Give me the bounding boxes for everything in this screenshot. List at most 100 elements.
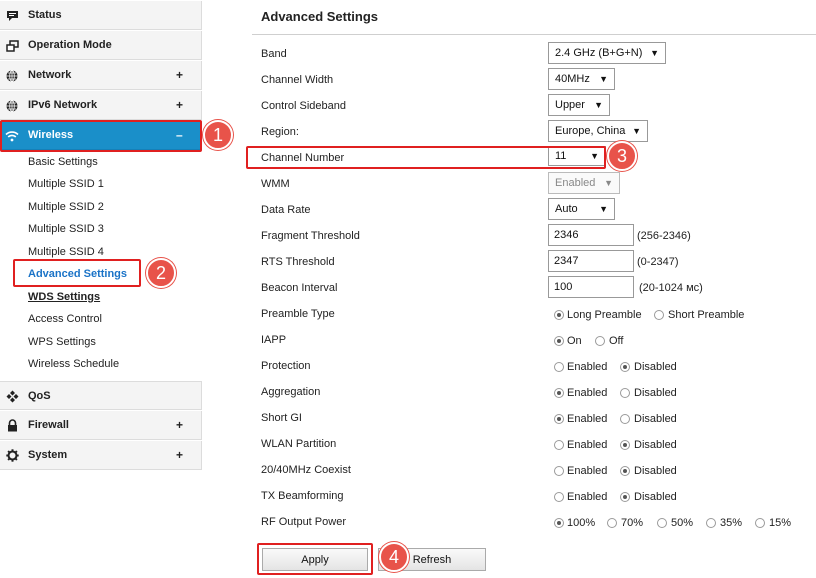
wmm-label: WMM	[261, 178, 290, 190]
aggregation-enabled-radio[interactable]	[554, 388, 564, 398]
rf-power-15-radio[interactable]	[755, 518, 765, 528]
short-gi-enabled-radio[interactable]	[554, 414, 564, 424]
rts-threshold-input[interactable]: 2347	[548, 250, 634, 272]
expand-icon[interactable]: +	[176, 418, 183, 432]
rf-power-50-radio[interactable]	[657, 518, 667, 528]
sidebar-item-wireless-schedule[interactable]: Wireless Schedule	[28, 358, 119, 370]
nav-item-status[interactable]: Status	[0, 1, 202, 30]
highlight-wireless	[0, 120, 202, 152]
coexist-label: 20/40MHz Coexist	[261, 464, 351, 476]
tx-beamforming-enabled-radio[interactable]	[554, 492, 564, 502]
tx-beamforming-disabled-label: Disabled	[634, 491, 677, 503]
rf-power-70-radio[interactable]	[607, 518, 617, 528]
channel-width-value: 40MHz	[555, 73, 590, 85]
sidebar-item-wps-settings[interactable]: WPS Settings	[28, 336, 96, 348]
fragment-threshold-input[interactable]: 2346	[548, 224, 634, 246]
band-label: Band	[261, 48, 287, 60]
wlan-partition-label: WLAN Partition	[261, 438, 337, 450]
dropdown-arrow-icon: ▼	[632, 126, 641, 136]
iapp-off-radio[interactable]	[595, 336, 605, 346]
expand-icon[interactable]: +	[176, 98, 183, 112]
sidebar-item-wds-settings[interactable]: WDS Settings	[28, 291, 100, 303]
beacon-interval-input[interactable]: 100	[548, 276, 634, 298]
tx-beamforming-disabled-radio[interactable]	[620, 492, 630, 502]
rf-power-15-label: 15%	[769, 517, 792, 529]
sidebar-item-access-control[interactable]: Access Control	[28, 313, 102, 325]
wlan-partition-disabled-label: Disabled	[634, 439, 677, 451]
beacon-interval-hint: (20-1024 мс)	[639, 282, 703, 294]
nav-item-firewall[interactable]: Firewall +	[0, 411, 202, 440]
nav-label: Firewall	[28, 419, 69, 431]
nav-item-system[interactable]: System +	[0, 441, 202, 470]
nav-item-qos[interactable]: QoS	[0, 381, 202, 410]
control-sideband-select[interactable]: Upper ▼	[548, 94, 610, 116]
wlan-partition-enabled-radio[interactable]	[554, 440, 564, 450]
nav-label: Operation Mode	[28, 39, 112, 51]
short-gi-disabled-label: Disabled	[634, 413, 677, 425]
dropdown-arrow-icon: ▼	[604, 178, 613, 188]
fragment-threshold-label: Fragment Threshold	[261, 230, 360, 242]
aggregation-disabled-label: Disabled	[634, 387, 677, 399]
rf-power-35-radio[interactable]	[706, 518, 716, 528]
dropdown-arrow-icon: ▼	[594, 100, 603, 110]
expand-icon[interactable]: +	[176, 448, 183, 462]
sidebar-item-multiple-ssid-4[interactable]: Multiple SSID 4	[28, 246, 104, 258]
aggregation-disabled-radio[interactable]	[620, 388, 630, 398]
short-gi-enabled-label: Enabled	[567, 413, 608, 425]
iapp-off-label: Off	[609, 335, 624, 347]
protection-label: Protection	[261, 360, 311, 372]
fragment-threshold-value: 2346	[554, 229, 579, 241]
short-gi-label: Short GI	[261, 412, 302, 424]
rts-threshold-value: 2347	[554, 255, 579, 267]
coexist-disabled-radio[interactable]	[620, 466, 630, 476]
band-value: 2.4 GHz (B+G+N)	[555, 47, 643, 59]
short-gi-disabled-radio[interactable]	[620, 414, 630, 424]
rf-output-power-label: RF Output Power	[261, 516, 346, 528]
nav-label: QoS	[28, 389, 51, 402]
title-divider	[252, 34, 816, 35]
region-select[interactable]: Europe, China ▼	[548, 120, 648, 142]
region-label: Region:	[261, 126, 299, 138]
aggregation-label: Aggregation	[261, 386, 321, 398]
expand-icon[interactable]: +	[176, 68, 183, 82]
coexist-disabled-label: Disabled	[634, 465, 677, 477]
nav-item-operation-mode[interactable]: Operation Mode	[0, 31, 202, 60]
dropdown-arrow-icon: ▼	[599, 204, 608, 214]
coexist-enabled-label: Enabled	[567, 465, 608, 477]
preamble-short-radio[interactable]	[654, 310, 664, 320]
coexist-enabled-radio[interactable]	[554, 466, 564, 476]
tx-beamforming-label: TX Beamforming	[261, 490, 344, 502]
beacon-interval-value: 100	[554, 281, 573, 293]
wmm-value: Enabled	[555, 177, 596, 189]
rf-power-100-radio[interactable]	[554, 518, 564, 528]
channel-width-select[interactable]: 40MHz ▼	[548, 68, 615, 90]
preamble-type-label: Preamble Type	[261, 308, 335, 320]
sidebar-item-multiple-ssid-1[interactable]: Multiple SSID 1	[28, 178, 104, 190]
iapp-on-label: On	[567, 335, 582, 347]
protection-disabled-radio[interactable]	[620, 362, 630, 372]
dropdown-arrow-icon: ▼	[599, 74, 608, 84]
step-badge-4: 4	[379, 542, 409, 572]
rts-threshold-hint: (0-2347)	[637, 256, 679, 268]
qos-icon	[5, 390, 19, 403]
sidebar-item-multiple-ssid-3[interactable]: Multiple SSID 3	[28, 223, 104, 235]
operation-mode-icon	[5, 39, 19, 52]
preamble-long-radio[interactable]	[554, 310, 564, 320]
sidebar-item-basic-settings[interactable]: Basic Settings	[28, 156, 98, 168]
region-value: Europe, China	[555, 125, 626, 137]
sidebar-item-multiple-ssid-2[interactable]: Multiple SSID 2	[28, 201, 104, 213]
rf-power-50-label: 50%	[671, 517, 694, 529]
iapp-on-radio[interactable]	[554, 336, 564, 346]
data-rate-select[interactable]: Auto ▼	[548, 198, 615, 220]
rf-power-100-label: 100%	[567, 517, 596, 529]
nav-item-network[interactable]: Network +	[0, 61, 202, 90]
rf-power-70-label: 70%	[621, 517, 644, 529]
wmm-select: Enabled ▼	[548, 172, 620, 194]
control-sideband-label: Control Sideband	[261, 100, 347, 112]
aggregation-enabled-label: Enabled	[567, 387, 608, 399]
nav-item-ipv6-network[interactable]: IPv6 Network +	[0, 91, 202, 120]
protection-enabled-radio[interactable]	[554, 362, 564, 372]
globe-icon	[5, 69, 19, 82]
wlan-partition-disabled-radio[interactable]	[620, 440, 630, 450]
band-select[interactable]: 2.4 GHz (B+G+N) ▼	[548, 42, 666, 64]
